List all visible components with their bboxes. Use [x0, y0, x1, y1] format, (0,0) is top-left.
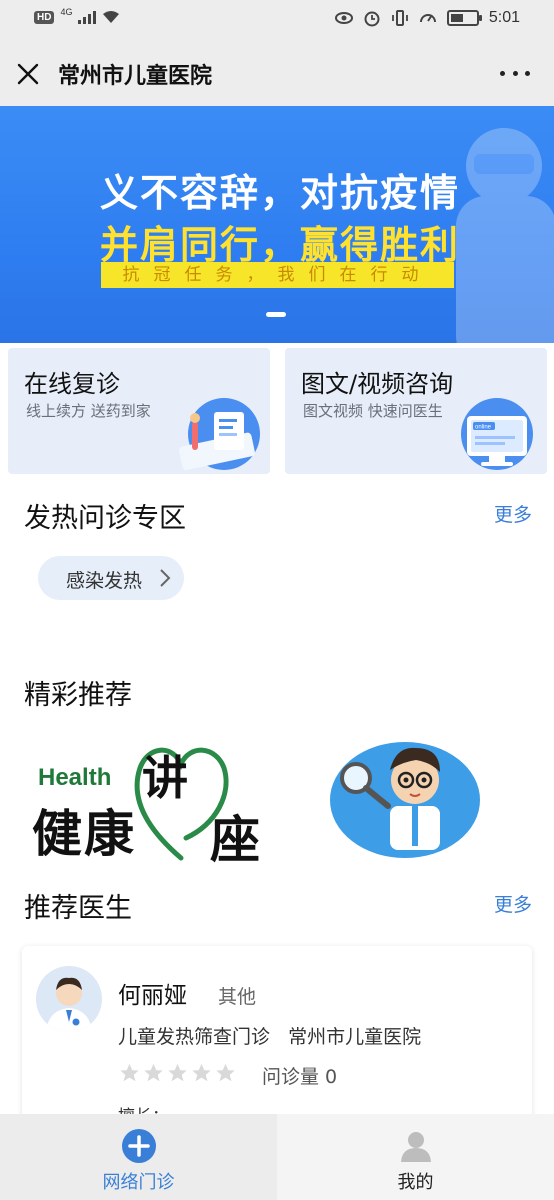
doctors-more-link[interactable]: 更多: [494, 890, 532, 917]
speed-icon: [419, 14, 436, 23]
health-logo-right: 座: [210, 811, 260, 869]
health-logo-middle: 讲: [142, 751, 188, 805]
section-title-recommend: 精彩推荐: [24, 680, 132, 711]
star-icon: [216, 1063, 235, 1082]
service-title: 图文/视频咨询: [301, 370, 454, 398]
service-subtitle: 线上续方 送药到家: [26, 402, 151, 420]
chip-label: 感染发热: [66, 570, 143, 592]
chevron-right-icon: [160, 569, 171, 587]
section-title-fever: 发热问诊专区: [24, 503, 186, 534]
star-icon: [192, 1063, 211, 1082]
close-icon[interactable]: [14, 60, 42, 88]
carousel-indicator[interactable]: [266, 312, 286, 317]
nav-bar: 常州市儿童医院: [0, 40, 554, 106]
section-title-doctors: 推荐医生: [24, 893, 132, 924]
bottom-tab-bar: 网络门诊 我的: [0, 1114, 554, 1200]
health-logo-en: Health: [38, 764, 112, 791]
banner-headline-2: 并肩同行，赢得胜利: [100, 223, 461, 267]
tab-online-clinic[interactable]: 网络门诊: [0, 1114, 277, 1200]
rating-stars: [118, 1062, 237, 1084]
department-name: 儿童发热筛查门诊: [118, 1026, 271, 1048]
banner-headline-1: 义不容辞，对抗疫情: [100, 171, 461, 215]
wifi-icon: [102, 10, 120, 24]
clock: 5:01: [488, 9, 520, 26]
signal-icon: [78, 10, 97, 24]
prescription-illustration-icon: [178, 398, 260, 471]
doctor-name: 何丽娅: [118, 983, 187, 1009]
doctor-department: 儿童发热筛查门诊 常州市儿童医院: [118, 1022, 421, 1049]
service-subtitle: 图文视频 快速问医生: [303, 402, 443, 420]
star-icon: [144, 1063, 163, 1082]
fever-more-link[interactable]: 更多: [494, 500, 532, 527]
hospital-name: 常州市儿童医院: [288, 1026, 422, 1048]
battery-icon: [446, 10, 482, 26]
consult-count: 问诊量 0: [262, 1066, 338, 1088]
fever-chip-infection[interactable]: 感染发热: [38, 556, 184, 600]
plus-circle-icon: [121, 1129, 156, 1163]
doctor-title: 其他: [218, 986, 257, 1008]
vibrate-icon: [391, 10, 408, 26]
status-right: 5:01: [334, 9, 520, 27]
star-icon: [168, 1063, 187, 1082]
doctor-avatar: [36, 966, 102, 1032]
page-title: 常州市儿童医院: [58, 64, 213, 89]
tab-label: 我的: [397, 1172, 434, 1193]
network-type: 4G: [60, 7, 73, 17]
health-logo-left: 健康: [32, 805, 136, 863]
doctor-cartoon-image[interactable]: [330, 740, 480, 858]
service-title: 在线复诊: [24, 370, 120, 398]
alarm-icon: [364, 11, 380, 27]
svg-text:online: online: [475, 425, 492, 431]
hd-badge: HD: [34, 10, 55, 24]
status-left: HD 4G: [34, 7, 120, 24]
banner-strip: 抗冠任务，我们在行动: [101, 262, 454, 288]
tab-mine[interactable]: 我的: [277, 1114, 554, 1200]
service-card-online-revisit[interactable]: 在线复诊 线上续方 送药到家: [8, 348, 270, 474]
health-lecture-banner[interactable]: Health 健康 讲 座: [30, 738, 266, 869]
service-card-video-consult[interactable]: 图文/视频咨询 图文视频 快速问医生 online: [285, 348, 547, 474]
eye-icon: [334, 12, 353, 24]
status-bar: HD 4G 5:01: [0, 0, 554, 40]
star-icon: [120, 1063, 139, 1082]
more-dots-icon[interactable]: [500, 60, 530, 86]
tab-label: 网络门诊: [102, 1172, 175, 1193]
banner-carousel[interactable]: 义不容辞，对抗疫情 并肩同行，赢得胜利 抗冠任务，我们在行动: [0, 106, 554, 343]
user-icon: [400, 1132, 431, 1162]
online-monitor-illustration-icon: online: [461, 398, 533, 470]
